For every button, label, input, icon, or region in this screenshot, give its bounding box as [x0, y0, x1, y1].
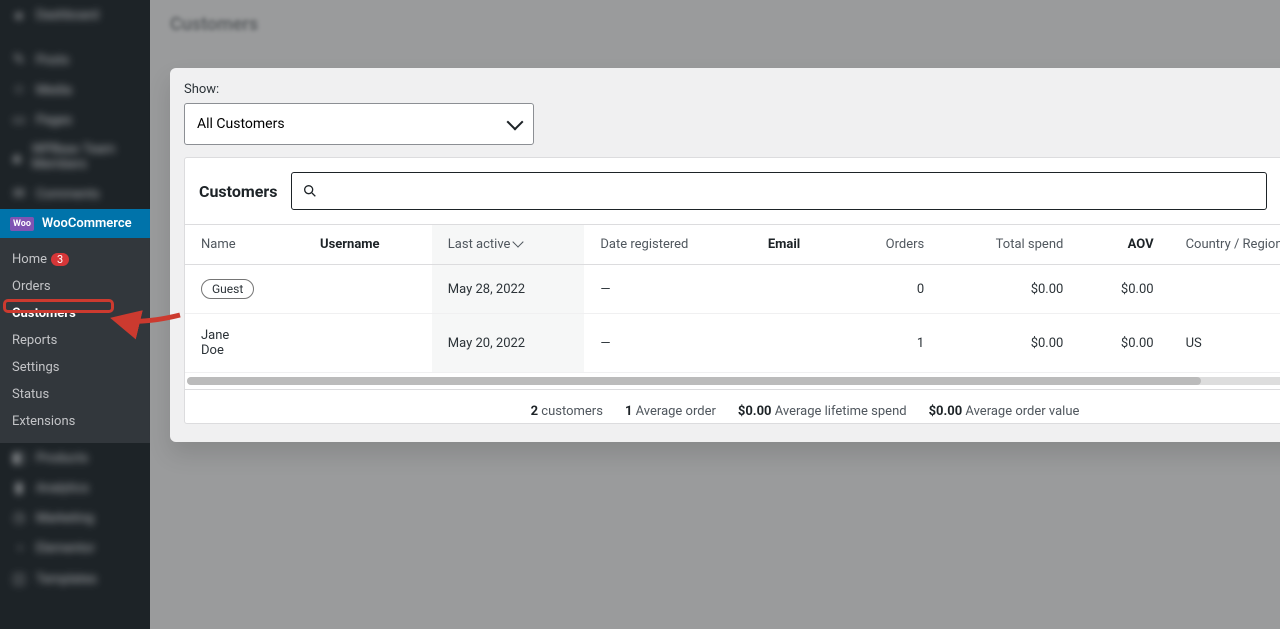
search-icon	[302, 183, 318, 199]
chevron-down-icon	[507, 114, 524, 131]
main: Customers Activity Finish setup Show: Al…	[150, 0, 1280, 629]
sidebar-item-label: Media	[36, 83, 72, 98]
content-card: Show: All Customers Customers Download	[170, 68, 1280, 442]
templates-icon: ◫	[10, 571, 28, 587]
sidebar-item-label: Elementor	[36, 541, 95, 556]
woo-icon: Woo	[10, 217, 34, 231]
submenu-reports[interactable]: Reports	[0, 327, 150, 354]
cell-date-registered: —	[584, 314, 751, 373]
sidebar-item-label: Comments	[36, 187, 100, 202]
pin-icon: ✎	[10, 52, 28, 68]
sidebar-item-label: WPBeav Team Members	[32, 142, 140, 172]
submenu-label: Orders	[12, 279, 51, 294]
cell-orders: 0	[842, 265, 941, 314]
submenu-label: Settings	[12, 360, 59, 375]
col-username[interactable]: Username	[304, 225, 432, 265]
sidebar-item-label: WooCommerce	[42, 216, 132, 231]
sidebar: ● Dashboard ✎ Posts ⌾ Media ▭ Pages ▲ WPBeav …	[0, 0, 150, 629]
customers-panel: Customers Download Name Username	[184, 157, 1280, 424]
sidebar-item-team[interactable]: ▲ WPBeav Team Members	[0, 135, 150, 179]
panel-title: Customers	[199, 182, 277, 201]
woocommerce-submenu: Home3 Orders Customers Reports Settings …	[0, 238, 150, 443]
col-total-spend[interactable]: Total spend	[940, 225, 1079, 265]
col-name[interactable]: Name	[185, 225, 304, 265]
elementor-icon: ◔	[10, 540, 28, 557]
cell-last-active: May 28, 2022	[448, 282, 532, 297]
cell-aov: $0.00	[1079, 265, 1169, 314]
cell-date-registered: —	[584, 265, 751, 314]
sidebar-item-elementor[interactable]: ◔ Elementor	[0, 533, 150, 564]
topbar: Customers Activity Finish setup	[150, 0, 1280, 48]
cell-country	[1170, 265, 1280, 314]
search-input[interactable]	[318, 183, 1255, 199]
sidebar-item-label: Templates	[36, 572, 97, 587]
sort-desc-icon	[513, 236, 524, 247]
submenu-customers[interactable]: Customers	[0, 300, 150, 327]
sidebar-item-label: Dashboard	[36, 8, 99, 23]
col-aov[interactable]: AOV	[1079, 225, 1169, 265]
analytics-icon: ▮	[10, 480, 28, 496]
customers-table: Name Username Last active Date registere…	[185, 224, 1280, 373]
sidebar-item-label: Analytics	[36, 481, 89, 496]
sidebar-item-woocommerce[interactable]: Woo WooCommerce	[0, 209, 150, 238]
sidebar-item-media[interactable]: ⌾ Media	[0, 75, 150, 105]
cell-total-spend: $0.00	[940, 265, 1079, 314]
sidebar-item-analytics[interactable]: ▮ Analytics	[0, 473, 150, 503]
search-input-wrap[interactable]	[291, 172, 1266, 210]
submenu-label: Reports	[12, 333, 57, 348]
table-scroll[interactable]: Name Username Last active Date registere…	[185, 224, 1280, 373]
submenu-label: Extensions	[12, 414, 75, 429]
annotation-highlight	[3, 299, 114, 313]
col-last-active[interactable]: Last active	[432, 225, 585, 265]
dropdown-value: All Customers	[197, 116, 285, 132]
submenu-orders[interactable]: Orders	[0, 273, 150, 300]
sidebar-item-marketing[interactable]: ◷ Marketing	[0, 503, 150, 533]
cell-name: Jane Doe	[201, 328, 251, 358]
dashboard-icon: ●	[10, 7, 28, 24]
person-icon: ▲	[10, 149, 24, 166]
col-email[interactable]: Email	[752, 225, 842, 265]
media-icon: ⌾	[10, 82, 28, 98]
filter-label: Show:	[184, 82, 1280, 97]
page-title: Customers	[170, 14, 258, 35]
marketing-icon: ◷	[10, 510, 28, 526]
submenu-badge: 3	[51, 253, 69, 266]
guest-pill: Guest	[201, 279, 254, 299]
show-filter-dropdown[interactable]: All Customers	[184, 103, 534, 145]
table-summary: 2 customers 1 Average order $0.00 Averag…	[185, 389, 1280, 423]
cell-last-active: May 20, 2022	[448, 336, 532, 351]
table-row[interactable]: Guest May 28, 2022 — 0 $0.00 $0.00	[185, 265, 1280, 314]
submenu-status[interactable]: Status	[0, 381, 150, 408]
sidebar-item-products[interactable]: ◧ Products	[0, 443, 150, 473]
cell-orders: 1	[842, 314, 941, 373]
sidebar-item-label: Marketing	[36, 511, 94, 526]
sidebar-item-label: Products	[36, 451, 88, 466]
comment-icon: ✉	[10, 186, 28, 202]
cell-aov: $0.00	[1079, 314, 1169, 373]
sidebar-item-comments[interactable]: ✉ Comments	[0, 179, 150, 209]
sidebar-item-label: Posts	[36, 53, 69, 68]
col-orders[interactable]: Orders	[842, 225, 941, 265]
submenu-label: Status	[12, 387, 49, 402]
sidebar-item-templates[interactable]: ◫ Templates	[0, 564, 150, 594]
col-country[interactable]: Country / Region	[1170, 225, 1280, 265]
table-row[interactable]: Jane Doe May 20, 2022 — 1 $0.00 $0.00 US	[185, 314, 1280, 373]
sidebar-item-label: Pages	[36, 113, 72, 128]
submenu-label: Home	[12, 252, 47, 267]
products-icon: ◧	[10, 450, 28, 466]
cell-country: US	[1170, 314, 1280, 373]
submenu-home[interactable]: Home 3	[0, 246, 150, 273]
sidebar-item-dashboard[interactable]: ● Dashboard	[0, 0, 150, 31]
sidebar-item-posts[interactable]: ✎ Posts	[0, 45, 150, 75]
cell-total-spend: $0.00	[940, 314, 1079, 373]
submenu-extensions[interactable]: Extensions	[0, 408, 150, 435]
col-date-registered[interactable]: Date registered	[584, 225, 751, 265]
page-icon: ▭	[10, 112, 28, 128]
submenu-settings[interactable]: Settings	[0, 354, 150, 381]
horizontal-scrollbar[interactable]	[187, 377, 1280, 385]
sidebar-item-pages[interactable]: ▭ Pages	[0, 105, 150, 135]
